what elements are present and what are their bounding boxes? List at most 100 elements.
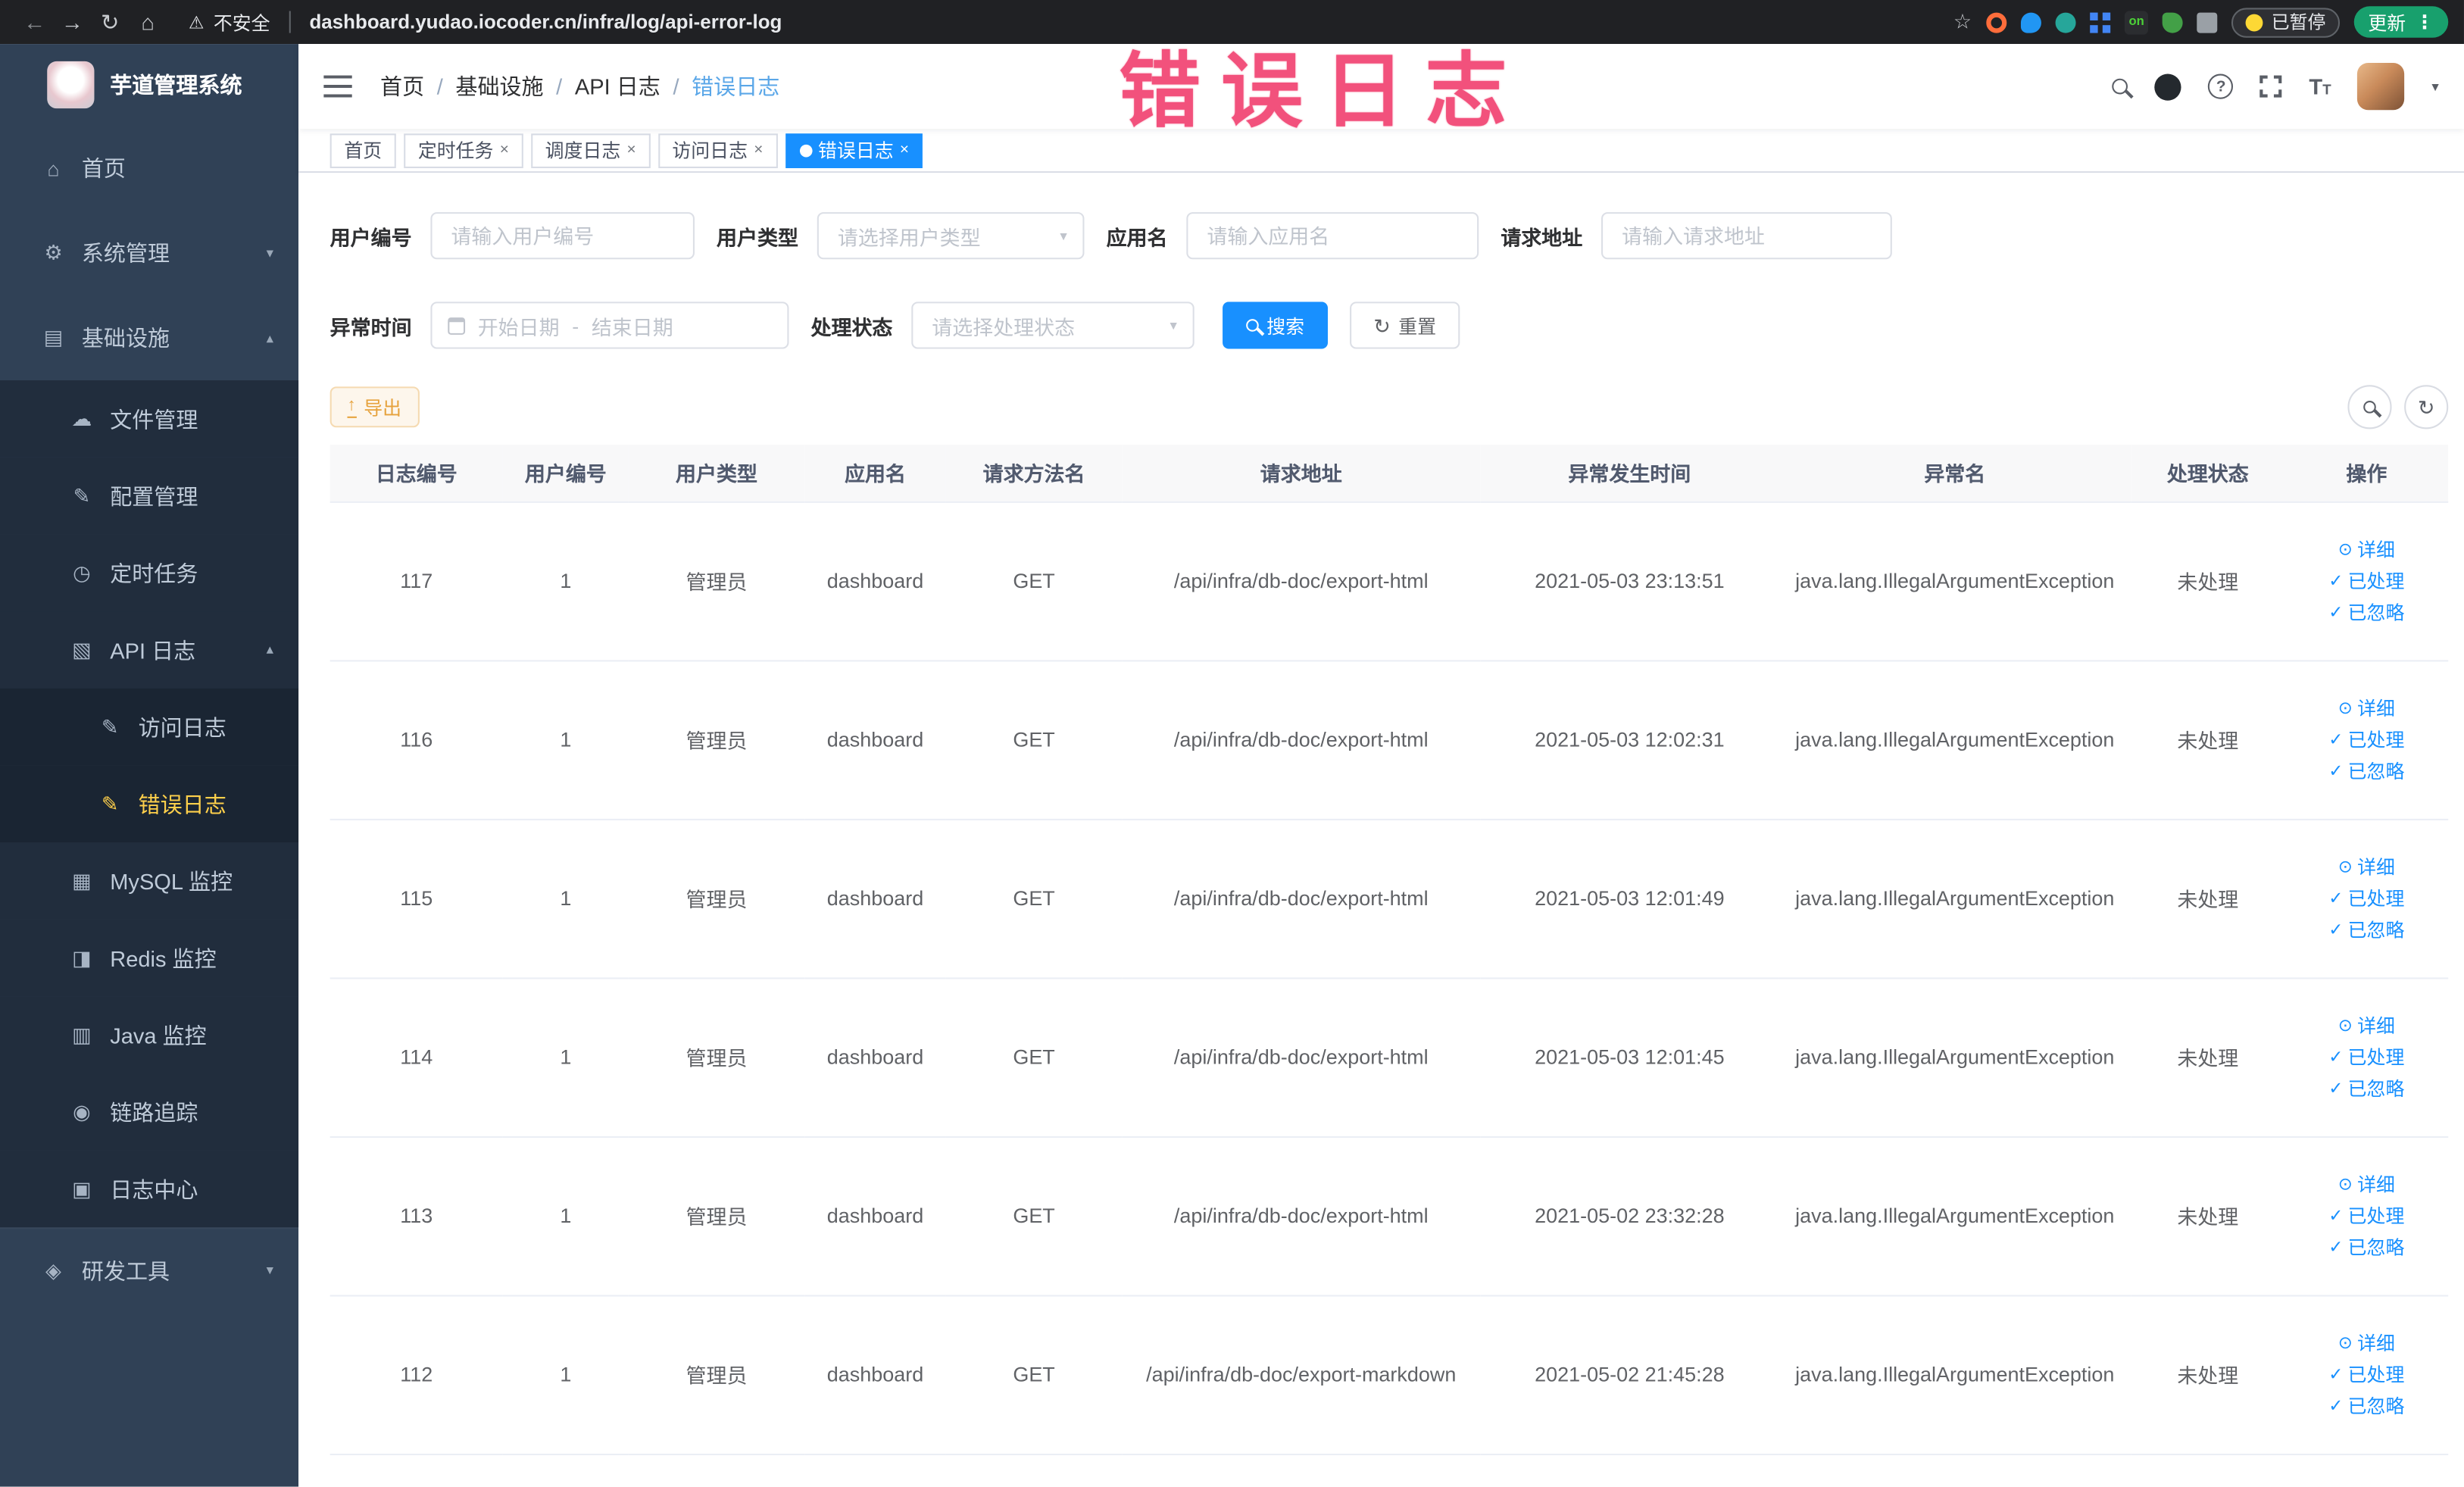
search-button[interactable]: 搜索: [1223, 301, 1329, 349]
mark-ignored-link[interactable]: ✓ 已忽略: [2328, 758, 2404, 784]
paused-badge[interactable]: 已暂停: [2231, 7, 2341, 37]
sidebar-item-mysql-monitor[interactable]: ▦ MySQL 监控: [0, 842, 299, 920]
extension-icon-2[interactable]: [2020, 11, 2041, 33]
font-size-icon[interactable]: TT: [2309, 74, 2331, 99]
mark-processed-link[interactable]: ✓ 已处理: [2328, 1361, 2404, 1388]
mark-processed-link[interactable]: ✓ 已处理: [2328, 567, 2404, 594]
mark-ignored-link[interactable]: ✓ 已忽略: [2328, 598, 2404, 625]
col-exception-time: 异常发生时间: [1480, 445, 1779, 502]
date-range-picker[interactable]: 开始日期 - 结束日期: [430, 301, 789, 349]
close-icon[interactable]: ×: [500, 142, 509, 159]
sidebar-item-file-manage[interactable]: ☁ 文件管理: [0, 380, 299, 458]
col-method: 请求方法名: [945, 445, 1123, 502]
check-icon: ✓: [2328, 1238, 2344, 1257]
close-icon[interactable]: ×: [627, 142, 636, 159]
breadcrumb-item-home[interactable]: 首页: [380, 70, 424, 102]
update-button[interactable]: 更新 ⋮: [2353, 6, 2449, 38]
sidebar-item-redis-monitor[interactable]: ◨ Redis 监控: [0, 919, 299, 997]
extension-icon-7[interactable]: [2197, 11, 2219, 33]
mark-ignored-link[interactable]: ✓ 已忽略: [2328, 1392, 2404, 1419]
site-security-chip[interactable]: ⚠ 不安全: [189, 8, 300, 35]
tab-schedule-log[interactable]: 调度日志 ×: [530, 133, 651, 167]
process-status-select[interactable]: 请选择处理状态 ▾: [911, 301, 1195, 349]
detail-link[interactable]: ⊙ 详细: [2338, 536, 2395, 562]
chevron-up-icon: ▴: [266, 641, 273, 658]
user-type-select[interactable]: 请选择用户类型 ▾: [817, 212, 1085, 260]
breadcrumb-separator: /: [436, 73, 443, 99]
detail-link[interactable]: ⊙ 详细: [2338, 854, 2395, 880]
mark-processed-link[interactable]: ✓ 已处理: [2328, 885, 2404, 911]
sidebar-item-access-log[interactable]: ✎ 访问日志: [0, 688, 299, 766]
user-id-input[interactable]: [430, 212, 695, 260]
refresh-icon: ↻: [1373, 313, 1391, 338]
toggle-search-button[interactable]: [2347, 385, 2392, 430]
sidebar-toggle-icon[interactable]: [323, 75, 352, 98]
home-icon[interactable]: ⌂: [129, 9, 167, 34]
eye-icon: ◉: [73, 1099, 91, 1123]
sidebar-item-api-log[interactable]: ▧ API 日志 ▴: [0, 611, 299, 689]
help-icon[interactable]: ?: [2208, 73, 2234, 99]
detail-link[interactable]: ⊙ 详细: [2338, 1329, 2395, 1356]
fullscreen-icon[interactable]: [2259, 73, 2284, 99]
back-icon[interactable]: ←: [16, 9, 54, 34]
tab-home[interactable]: 首页: [329, 133, 396, 167]
export-button[interactable]: ↑ 导出: [329, 386, 419, 428]
table-toolbar: ↑ 导出 ↻: [329, 385, 2449, 430]
sidebar-item-home[interactable]: ⌂ 首页: [0, 126, 298, 211]
close-icon[interactable]: ×: [900, 142, 909, 159]
mark-processed-link[interactable]: ✓ 已处理: [2328, 1202, 2404, 1229]
tab-access-log[interactable]: 访问日志 ×: [657, 133, 778, 167]
caret-down-icon[interactable]: ▾: [2431, 78, 2438, 95]
sidebar-item-java-monitor[interactable]: ▥ Java 监控: [0, 996, 299, 1073]
mark-ignored-link[interactable]: ✓ 已忽略: [2328, 1234, 2404, 1261]
export-icon: ↑: [347, 396, 356, 417]
bookmark-star-icon[interactable]: ☆: [1953, 9, 1972, 34]
tab-scheduled-task[interactable]: 定时任务 ×: [404, 133, 523, 167]
sidebar-item-error-log[interactable]: ✎ 错误日志: [0, 765, 299, 842]
breadcrumb-item-api-log[interactable]: API 日志: [575, 70, 661, 102]
mark-ignored-link[interactable]: ✓ 已忽略: [2328, 1075, 2404, 1101]
refresh-button[interactable]: ↻: [2404, 385, 2449, 430]
mark-ignored-link[interactable]: ✓ 已忽略: [2328, 916, 2404, 942]
sidebar-item-devtools[interactable]: ◈ 研发工具 ▾: [0, 1227, 299, 1312]
avatar[interactable]: [2357, 62, 2406, 111]
request-url-input[interactable]: [1601, 212, 1892, 260]
sidebar-item-log-center[interactable]: ▣ 日志中心: [0, 1150, 299, 1228]
tab-error-log[interactable]: 错误日志 ×: [785, 133, 923, 167]
sidebar-item-infra[interactable]: ▤ 基础设施 ▴: [0, 295, 298, 380]
app-name-input[interactable]: [1186, 212, 1479, 260]
sidebar-item-trace[interactable]: ◉ 链路追踪: [0, 1073, 299, 1151]
breadcrumb-separator: /: [556, 73, 563, 99]
address-url[interactable]: dashboard.yudao.iocoder.cn/infra/log/api…: [309, 11, 1938, 33]
breadcrumb-item-current: 错误日志: [692, 73, 780, 99]
sidebar-item-scheduled-task[interactable]: ◷ 定时任务: [0, 534, 299, 612]
chevron-down-icon: ▾: [266, 1261, 273, 1278]
extension-icon-4[interactable]: [2089, 11, 2110, 33]
close-icon[interactable]: ×: [754, 142, 763, 159]
not-secure-label: 不安全: [213, 11, 270, 34]
breadcrumb-separator: /: [673, 73, 679, 99]
check-icon: ✓: [2328, 1397, 2344, 1417]
extension-icon-3[interactable]: [2054, 11, 2075, 33]
extension-icon-1[interactable]: [1985, 11, 2006, 33]
sidebar-item-config-manage[interactable]: ✎ 配置管理: [0, 457, 299, 535]
github-icon[interactable]: [2155, 73, 2182, 100]
forward-icon[interactable]: →: [54, 9, 92, 34]
reset-button[interactable]: ↻ 重置: [1350, 301, 1460, 349]
extension-on-badge[interactable]: on: [2124, 10, 2149, 34]
reload-icon[interactable]: ↻: [91, 8, 129, 35]
breadcrumb-item-infra[interactable]: 基础设施: [455, 70, 543, 102]
kebab-menu-icon[interactable]: ⋮: [2416, 11, 2434, 33]
search-icon[interactable]: [2113, 78, 2128, 95]
app-title: 芋道管理系统: [110, 72, 242, 98]
detail-link[interactable]: ⊙ 详细: [2338, 1171, 2395, 1198]
sidebar-item-system[interactable]: ⚙ 系统管理 ▾: [0, 211, 298, 295]
chevron-down-icon: ▾: [1170, 317, 1177, 333]
detail-link[interactable]: ⊙ 详细: [2338, 695, 2395, 721]
extension-icon-6[interactable]: [2163, 11, 2184, 33]
detail-link[interactable]: ⊙ 详细: [2338, 1012, 2395, 1039]
edit-icon: ✎: [73, 483, 91, 508]
check-icon: ✓: [2328, 1365, 2344, 1385]
mark-processed-link[interactable]: ✓ 已处理: [2328, 726, 2404, 752]
mark-processed-link[interactable]: ✓ 已处理: [2328, 1044, 2404, 1070]
